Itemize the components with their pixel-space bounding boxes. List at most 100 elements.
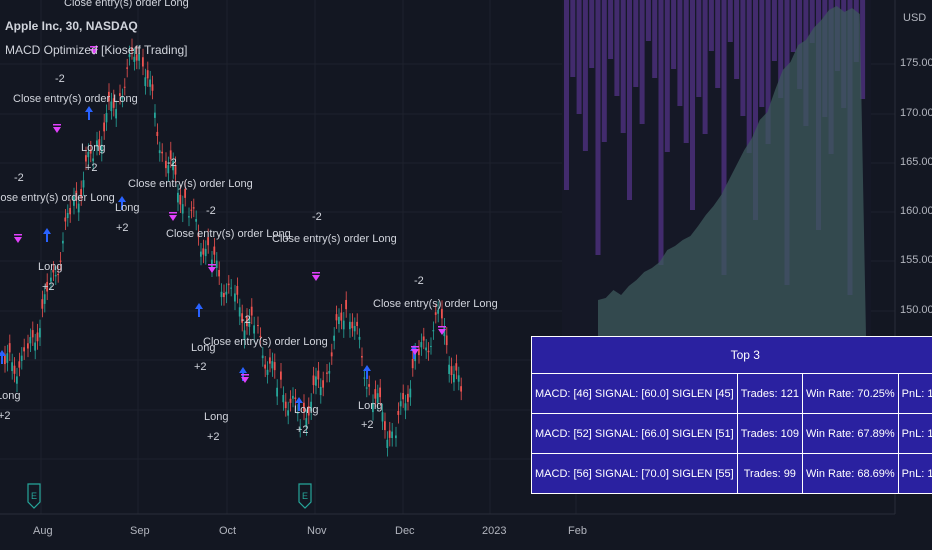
candle-body [213,246,216,255]
earnings-marker-aug[interactable]: E [27,483,41,509]
candle-body [215,260,218,268]
overlay-bar [589,0,595,68]
trade-annotation: Long [0,390,21,402]
candle-body [328,370,331,374]
candle-body [273,362,276,371]
trade-annotation: +2 [42,281,55,293]
time-tick: Nov [307,525,327,537]
candle-body [351,321,354,329]
symbol-title[interactable]: Apple Inc, 30, NASDAQ [5,19,138,33]
exit-marker-bar [312,272,320,274]
overlay-bar [608,0,614,59]
time-tick: 2023 [482,525,507,537]
candle-body [404,403,407,411]
candle-body [381,412,384,422]
overlay-bar [564,0,569,190]
candle-body [133,56,136,62]
candle-body [188,216,190,218]
overlay-bar [790,0,796,52]
candle-body [411,358,414,369]
candle-body [16,376,18,384]
candle-body [432,330,435,332]
candle-body [218,270,220,277]
exit-marker-arrow [411,349,419,355]
trade-annotation: Long [294,404,319,416]
candle-body [261,355,264,359]
params-cell: MACD: [52] SIGNAL: [66.0] SIGLEN [51] [531,413,738,454]
indicator-title[interactable]: MACD Optimized [Kioseff Trading] [5,43,188,57]
exit-marker-arrow [312,275,320,281]
candle-body [257,325,259,327]
candle-body [391,431,393,439]
candle-body [149,79,151,87]
time-tick: Feb [568,525,587,537]
candle-body [92,158,94,162]
candle-body [395,435,397,439]
candle-body [441,308,443,319]
price-tick: 160.00 [900,205,932,217]
trade-annotation: Close entry(s) order Long [373,298,498,310]
candle-body [338,316,340,325]
overlay-bar [614,0,620,96]
candle-body [266,369,269,375]
candle-body [276,387,278,397]
exit-marker-bar [169,212,177,214]
candle-body [384,421,386,431]
trade-annotation: +2 [85,162,98,174]
candle-body [64,217,67,222]
candle-body [156,131,159,136]
candle-body [13,365,16,374]
candle-body [388,430,391,438]
candle-body [8,343,11,353]
candle-body [82,180,85,188]
trade-annotation: Close entry(s) order Long [64,0,189,9]
candle-body [190,209,193,211]
trade-annotation: +2 [0,410,11,422]
overlay-bar [671,0,677,69]
trades-cell: Trades: 109 [736,413,804,454]
overlay-bar [576,0,582,114]
params-cell: MACD: [56] SIGNAL: [70.0] SIGLEN [55] [531,453,738,494]
exit-marker-bar [411,346,419,348]
overlay-bar [696,0,702,97]
candle-body [250,306,253,316]
candle-body [179,194,182,205]
optimization-results-table: Top 3 MACD: [46] SIGNAL: [60.0] SIGLEN [… [530,336,932,494]
candle-body [220,291,223,298]
candle-body [126,67,128,69]
candle-body [353,326,356,332]
trade-annotation: Long [204,411,229,423]
candle-body [427,350,430,353]
overlay-bar [620,0,626,133]
candle-body [349,321,351,330]
candle-body [363,377,366,379]
trade-annotation: +2 [207,431,220,443]
trades-cell: Trades: 121 [736,373,804,414]
exit-marker-arrow [14,237,22,243]
table-row: MACD: [56] SIGNAL: [70.0] SIGLEN [55] Tr… [531,453,932,494]
overlay-bar [601,0,607,142]
candle-body [453,374,455,383]
time-tick: Dec [395,525,415,537]
overlay-bar [683,0,689,143]
overlay-bar [708,0,714,51]
trade-annotation: +2 [361,419,374,431]
overlay-bar [740,0,746,116]
earnings-marker-oct[interactable]: E [298,483,312,509]
price-tick: 155.00 [900,254,932,266]
pnl-cell: PnL: 182% [897,373,932,414]
candle-body [115,109,117,119]
candle-body [29,337,32,344]
long-entry-marker [85,106,93,120]
exit-marker-bar [14,234,22,236]
table-row: MACD: [52] SIGNAL: [66.0] SIGLEN [51] Tr… [531,413,932,454]
candle-body [374,389,377,399]
candle-body [409,388,412,398]
candle-body [322,380,324,388]
candle-body [236,286,239,295]
overlay-bar [658,0,664,265]
candle-body [181,204,184,214]
trade-annotation: -2 [414,275,424,287]
svg-text:E: E [302,491,308,501]
candle-body [69,208,71,215]
